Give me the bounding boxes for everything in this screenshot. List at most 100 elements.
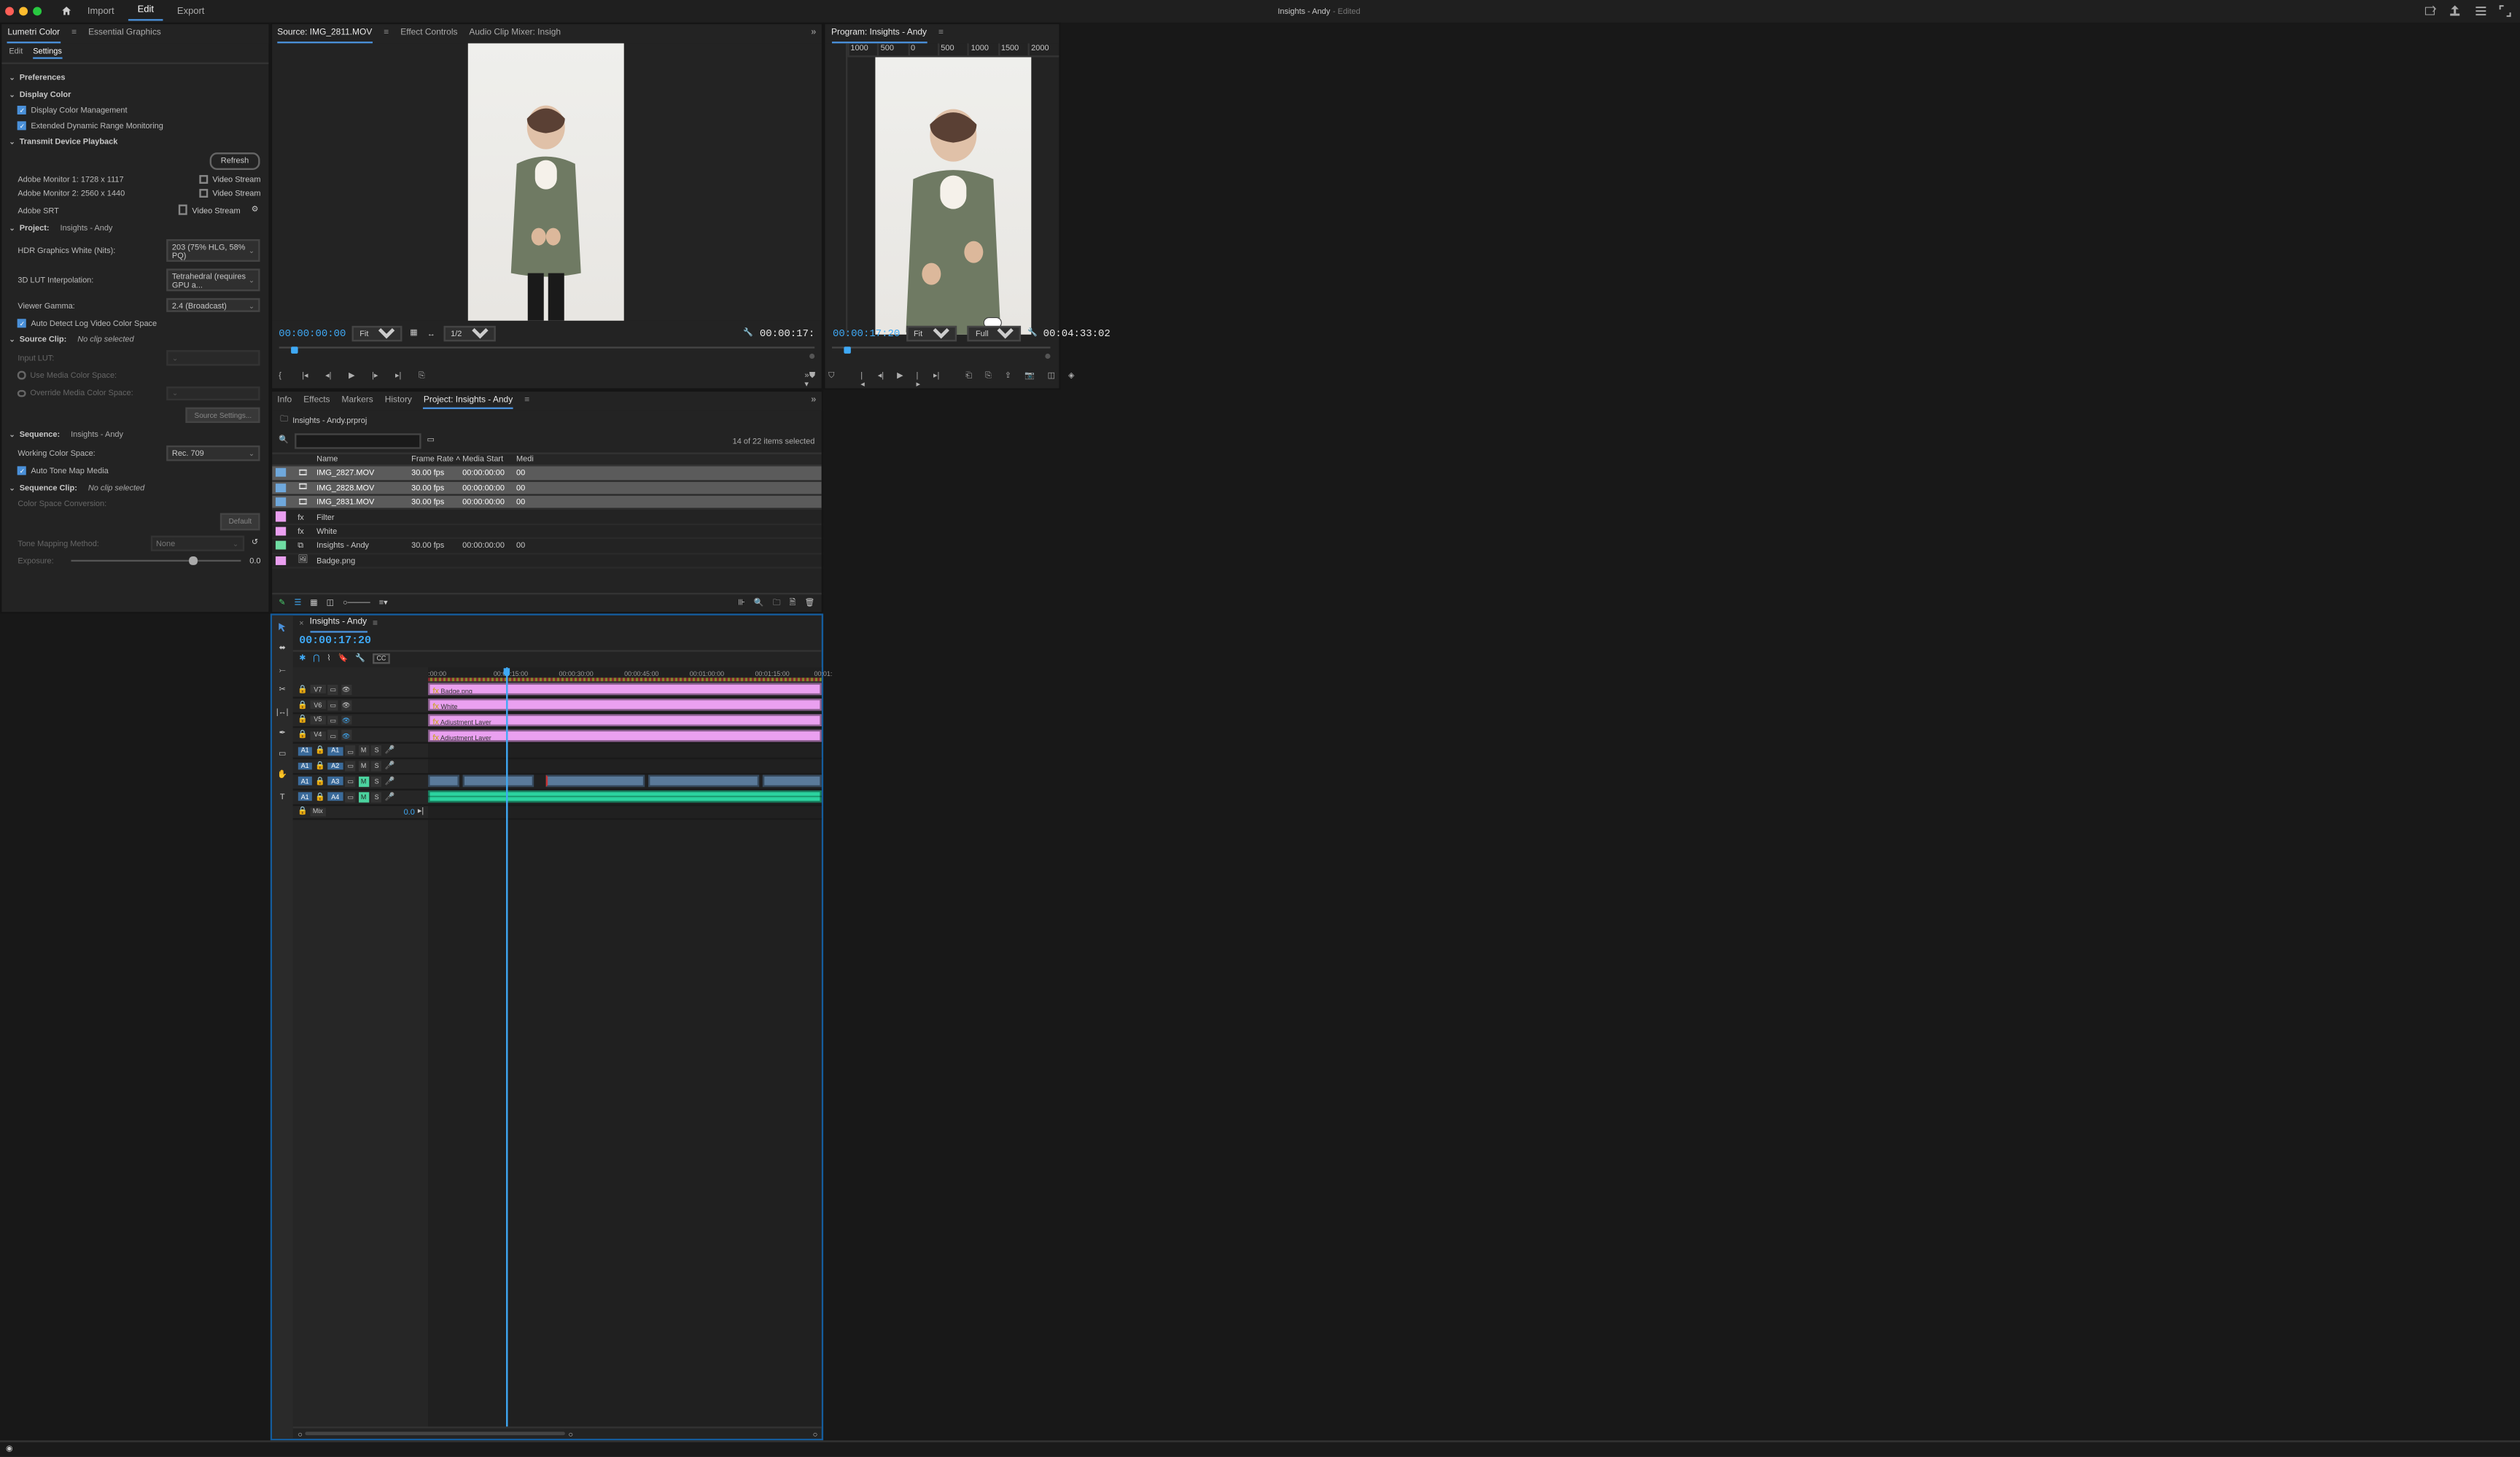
audio-mixer-tab[interactable]: Audio Clip Mixer: Insigh: [469, 26, 561, 42]
lock-icon[interactable]: 🔒: [315, 745, 325, 755]
source-in-timecode[interactable]: 00:00:00:00: [279, 327, 346, 340]
mark-in-icon[interactable]: ⛊: [809, 370, 815, 381]
table-row[interactable]: 🖼 Badge.png: [271, 554, 822, 569]
display-color-section[interactable]: Display Color: [9, 86, 260, 104]
label-chip[interactable]: [276, 556, 286, 564]
workspace-tab-edit[interactable]: Edit: [129, 2, 163, 20]
rect-tool[interactable]: ▭: [276, 747, 289, 761]
safe-margins-icon[interactable]: ▦: [408, 327, 419, 339]
mute-button[interactable]: M: [359, 745, 369, 755]
toggle-output-icon[interactable]: ▭: [328, 715, 338, 726]
lut-dropdown[interactable]: Tetrahedral (requires GPU a...: [166, 268, 261, 292]
eye-icon[interactable]: 👁: [341, 730, 351, 740]
trash-icon[interactable]: 🗑: [804, 597, 814, 607]
audio-track-header[interactable]: A1 🔒 A3 ▭ M S 🎤: [293, 774, 428, 790]
lumetri-sub-edit[interactable]: Edit: [9, 46, 23, 59]
track-id[interactable]: V5: [311, 716, 325, 724]
project-section[interactable]: Project: Insights - Andy: [9, 219, 260, 236]
camera-icon[interactable]: 📷: [1024, 370, 1035, 381]
program-quality-select[interactable]: Full: [968, 326, 1022, 341]
sync-lock-icon[interactable]: ▭: [346, 745, 356, 755]
video-track-row[interactable]: fx White: [428, 698, 822, 713]
timeline-zoom-scroll[interactable]: ○○ ○: [293, 1426, 822, 1439]
pen-tool[interactable]: ✒: [276, 726, 289, 739]
video-track-row[interactable]: fx Badge.png: [428, 683, 822, 698]
step-back-icon[interactable]: ◂|: [878, 370, 884, 381]
table-row[interactable]: 🎞 IMG_2828.MOV 30.00 fps 00:00:00:00 00: [271, 481, 822, 496]
gamma-dropdown[interactable]: 2.4 (Broadcast): [166, 298, 261, 313]
col-mediaend[interactable]: Medi: [516, 455, 545, 464]
go-end-icon[interactable]: ▸|: [418, 807, 424, 817]
lumetri-sub-settings[interactable]: Settings: [33, 46, 62, 59]
track-id[interactable]: A3: [328, 777, 343, 785]
timeline-tracks[interactable]: :00:00 00:00:15:00 00:00:30:00 00:00:45:…: [428, 668, 822, 1426]
audio-track-row[interactable]: [428, 790, 822, 805]
clip[interactable]: fx Adjustment Layer: [428, 729, 822, 742]
settings-icon[interactable]: 🔧: [355, 653, 365, 664]
wrench-icon[interactable]: 🔧: [742, 327, 754, 339]
exposure-slider[interactable]: [70, 560, 241, 562]
program-playhead[interactable]: [843, 346, 850, 354]
source-patch[interactable]: A1: [298, 747, 312, 755]
label-chip[interactable]: [276, 541, 286, 550]
auto-tone-checkbox[interactable]: [18, 467, 26, 475]
track-id[interactable]: A1: [328, 747, 343, 755]
clip[interactable]: [763, 775, 822, 788]
panel-menu-icon[interactable]: ≡: [71, 28, 77, 39]
minimize-window-button[interactable]: [20, 7, 28, 15]
sync-lock-icon[interactable]: ▭: [346, 761, 356, 771]
col-framerate[interactable]: Frame Rate ˄: [411, 455, 462, 464]
program-duration-timecode[interactable]: 00:04:33:02: [1043, 327, 1111, 340]
essential-graphics-tab[interactable]: Essential Graphics: [88, 26, 161, 42]
freeform-icon[interactable]: ◫: [327, 597, 334, 607]
clip[interactable]: [546, 775, 645, 788]
maximize-window-button[interactable]: [34, 7, 42, 15]
close-window-button[interactable]: [6, 7, 15, 15]
step-fwd-icon[interactable]: |▸: [372, 370, 382, 381]
marker-icon[interactable]: 🔖: [338, 653, 349, 664]
source-clip-section[interactable]: Source Clip: No clip selected: [9, 330, 260, 348]
clip[interactable]: [428, 775, 459, 788]
step-back-icon[interactable]: ◂|: [325, 370, 335, 381]
sequence-section[interactable]: Sequence: Insights - Andy: [9, 426, 260, 443]
program-tab[interactable]: Program: Insights - Andy: [831, 25, 927, 43]
bin-icon[interactable]: 🗀: [280, 413, 288, 427]
panel-menu-icon[interactable]: ≡: [373, 618, 378, 629]
edr-checkbox[interactable]: [18, 120, 26, 129]
lock-icon[interactable]: 🔒: [298, 730, 308, 740]
video-track-row[interactable]: fx Adjustment Layer: [428, 713, 822, 728]
refresh-button[interactable]: Refresh: [209, 152, 260, 169]
eye-icon[interactable]: 👁: [341, 700, 351, 710]
lock-icon[interactable]: 🔒: [298, 684, 308, 694]
playhead-line[interactable]: [507, 668, 508, 1426]
gear-icon[interactable]: ⚙: [249, 204, 261, 216]
lock-icon[interactable]: 🔒: [298, 715, 308, 725]
clip[interactable]: fx Badge.png: [428, 683, 822, 696]
razor-tool[interactable]: ✂: [276, 684, 289, 697]
zoom-slider[interactable]: ○────: [343, 599, 370, 607]
overflow-icon[interactable]: »: [811, 395, 816, 405]
go-out-icon[interactable]: ▸|: [933, 370, 939, 381]
sequence-clip-section[interactable]: Sequence Clip: No clip selected: [9, 478, 260, 496]
table-row[interactable]: ⧉ Insights - Andy 30.00 fps 00:00:00:00 …: [271, 540, 822, 554]
audio-track-row[interactable]: [428, 774, 822, 790]
track-id[interactable]: V4: [311, 731, 325, 739]
program-viewport[interactable]: [847, 56, 1058, 336]
effect-controls-tab[interactable]: Effect Controls: [400, 26, 457, 42]
go-in-icon[interactable]: |◂: [860, 370, 864, 381]
table-row[interactable]: fx Filter: [271, 510, 822, 525]
go-out-icon[interactable]: ▸|: [395, 370, 405, 381]
audio-track-header[interactable]: A1 🔒 A4 ▭ M S 🎤: [293, 790, 428, 805]
link-icon[interactable]: ⌇: [327, 653, 330, 664]
source-patch[interactable]: A1: [298, 777, 312, 785]
working-dropdown[interactable]: Rec. 709: [166, 446, 261, 462]
hand-tool[interactable]: ✋: [276, 769, 289, 782]
markers-tab[interactable]: Markers: [342, 392, 373, 408]
monitor2-stream-checkbox[interactable]: [199, 190, 208, 198]
mic-icon[interactable]: 🎤: [385, 761, 395, 771]
overflow-tabs-icon[interactable]: »: [811, 28, 816, 39]
lumetri-tab[interactable]: Lumetri Color: [7, 25, 60, 43]
compare-icon[interactable]: ◫: [1048, 370, 1055, 381]
workspace-tab-export[interactable]: Export: [168, 3, 213, 19]
audio-track-header[interactable]: A1 🔒 A1 ▭ M S 🎤: [293, 744, 428, 759]
